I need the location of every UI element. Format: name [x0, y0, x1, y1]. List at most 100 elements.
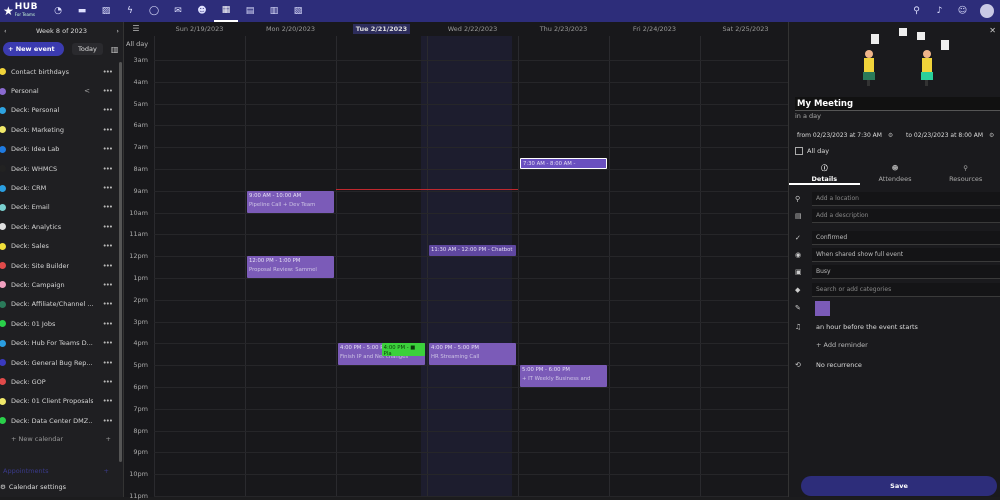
previous-week-chevron-icon[interactable]: ‹	[4, 27, 7, 35]
calendar-list-item[interactable]: Contact birthdays •••	[0, 62, 118, 81]
timezone-gear-icon[interactable]: ⚙	[888, 132, 893, 139]
calendar-list-item[interactable]: Deck: 01 Client Proposals •••	[0, 392, 118, 411]
contacts-icon[interactable]: ☻	[190, 0, 214, 22]
more-options-icon[interactable]: •••	[103, 262, 113, 270]
search-circle-icon[interactable]: ◯	[142, 0, 166, 22]
timezone-gear-icon[interactable]: ⚙	[989, 132, 994, 139]
mail-icon[interactable]: ✉	[166, 0, 190, 22]
calendar-color-dot[interactable]	[0, 242, 6, 250]
calendar-color-dot[interactable]	[0, 106, 6, 114]
checkbox[interactable]	[795, 147, 803, 155]
more-options-icon[interactable]: •••	[103, 145, 113, 153]
more-options-icon[interactable]: •••	[103, 397, 113, 405]
calendar-list-item[interactable]: Deck: Data Center DMZ... •••	[0, 411, 118, 430]
calendar-color-dot[interactable]	[0, 87, 6, 95]
categories-input[interactable]: Search or add categories	[812, 283, 1000, 297]
calendar-event[interactable]: 9:00 AM - 10:00 AM Pipeline Call + Dev Te…	[247, 190, 334, 213]
calendar-event[interactable]: 7:30 AM - 8:00 AM -	[520, 158, 607, 169]
calendar-list-item[interactable]: Deck: Affiliate/Channel ... •••	[0, 295, 118, 314]
calendar-color-dot[interactable]	[0, 300, 6, 308]
calendar-grid[interactable]: 7:30 AM - 8:00 AM - 9:00 AM - 10:00 AM Pip…	[154, 36, 792, 497]
more-options-icon[interactable]: •••	[103, 339, 113, 347]
view-toggle-icon[interactable]: ▥	[111, 45, 119, 54]
day-header[interactable]: Thu 2/23/2023	[518, 22, 609, 36]
location-input[interactable]: Add a location	[812, 192, 1000, 206]
files-icon[interactable]: ▬	[70, 0, 94, 22]
calendar-color-dot[interactable]	[0, 203, 6, 211]
calendar-list-item[interactable]: Deck: Hub For Teams D... •••	[0, 333, 118, 352]
more-options-icon[interactable]: •••	[103, 417, 113, 425]
plus-icon[interactable]: +	[106, 435, 111, 443]
calendar-color-dot[interactable]	[0, 281, 6, 289]
activity-icon[interactable]: ϟ	[118, 0, 142, 22]
share-icon[interactable]: <	[84, 87, 90, 95]
calendar-list-item[interactable]: Deck: Idea Lab •••	[0, 140, 118, 159]
calendar-list-item[interactable]: Deck: Analytics •••	[0, 217, 118, 236]
day-header[interactable]: Wed 2/22/2023	[427, 22, 518, 36]
availability-select[interactable]: Busy	[812, 265, 1000, 279]
to-datetime[interactable]: to 02/23/2023 at 8:00 AM ⚙	[906, 132, 994, 139]
add-appointment-icon[interactable]: +	[104, 467, 109, 475]
calendar-list-item[interactable]: Deck: Campaign •••	[0, 275, 118, 294]
avatar[interactable]	[980, 4, 994, 18]
calendar-color-dot[interactable]	[0, 223, 6, 231]
status-select[interactable]: Confirmed	[812, 231, 1000, 245]
dashboard-icon[interactable]: ◔	[46, 0, 70, 22]
calendar-color-dot[interactable]	[0, 320, 6, 328]
more-options-icon[interactable]: •••	[103, 68, 113, 76]
hub-logo[interactable]: ★ HUB For Teams	[0, 0, 46, 22]
sidebar-scrollbar[interactable]	[119, 62, 122, 462]
calendar-color-dot[interactable]	[0, 359, 6, 367]
day-header[interactable]: Mon 2/20/2023	[245, 22, 336, 36]
day-header[interactable]: Sat 2/25/2023	[700, 22, 791, 36]
tab-resources[interactable]: ⚲ Resources	[930, 161, 1000, 185]
description-input[interactable]: Add a description	[812, 209, 1000, 223]
calendar-list-item[interactable]: Personal < •••	[0, 81, 118, 100]
new-event-button[interactable]: + New event	[3, 42, 64, 56]
more-options-icon[interactable]: •••	[103, 320, 113, 328]
calendar-list-item[interactable]: Deck: Email •••	[0, 198, 118, 217]
day-header[interactable]: Sun 2/19/2023	[154, 22, 245, 36]
more-options-icon[interactable]: •••	[103, 203, 113, 211]
calendar-color-dot[interactable]	[0, 126, 6, 134]
search-icon[interactable]: ⚲	[905, 0, 928, 22]
calendar-event[interactable]: 12:00 PM - 1:00 PM Proposal Review: Samme…	[247, 256, 334, 278]
calendar-color-dot[interactable]	[0, 68, 6, 76]
more-options-icon[interactable]: •••	[103, 359, 113, 367]
calendar-color-dot[interactable]	[0, 165, 6, 173]
calendar-color-dot[interactable]	[0, 184, 6, 192]
today-button[interactable]: Today	[72, 43, 103, 55]
save-button[interactable]: Save	[801, 476, 997, 496]
more-options-icon[interactable]: •••	[103, 242, 113, 250]
more-options-icon[interactable]: •••	[103, 300, 113, 308]
recurrence-select[interactable]: No recurrence	[812, 358, 1000, 372]
event-color-swatch[interactable]	[815, 300, 830, 316]
appointments-section[interactable]: Appointments +	[3, 467, 109, 475]
more-options-icon[interactable]: •••	[103, 281, 113, 289]
event-title-input[interactable]: My Meeting	[795, 97, 1000, 111]
more-options-icon[interactable]: •••	[103, 378, 113, 386]
calendar-color-dot[interactable]	[0, 339, 6, 347]
more-options-icon[interactable]: •••	[103, 223, 113, 231]
day-header[interactable]: Fri 2/24/2023	[609, 22, 700, 36]
from-datetime[interactable]: from 02/23/2023 at 7:30 AM ⚙	[797, 132, 893, 139]
calendar-icon[interactable]: ▦	[214, 0, 238, 22]
calendar-list-item[interactable]: Deck: CRM •••	[0, 178, 118, 197]
visibility-select[interactable]: When shared show full event	[812, 248, 1000, 262]
tab-attendees[interactable]: ☻ Attendees	[860, 161, 931, 185]
calendar-list-item[interactable]: Deck: GOP •••	[0, 372, 118, 391]
calendar-color-dot[interactable]	[0, 417, 6, 425]
new-calendar-button[interactable]: + New calendar +	[11, 435, 111, 443]
calendar-list-item[interactable]: Deck: General Bug Rep... •••	[0, 353, 118, 372]
calendar-color-dot[interactable]	[0, 145, 6, 153]
calendar-list-item[interactable]: Deck: Sales •••	[0, 237, 118, 256]
menu-icon[interactable]: ☰	[124, 22, 148, 36]
close-icon[interactable]: ✕	[989, 26, 996, 35]
more-options-icon[interactable]: •••	[103, 126, 113, 134]
calendar-event[interactable]: 5:00 PM - 6:00 PM + IT Weekly Business an…	[520, 365, 607, 387]
more-options-icon[interactable]: •••	[103, 184, 113, 192]
deck-icon[interactable]: ▤	[238, 0, 262, 22]
forms-icon[interactable]: ▧	[286, 0, 310, 22]
calendar-event[interactable]: 4:00 PM - ■ Pla	[381, 343, 426, 357]
next-week-chevron-icon[interactable]: ›	[116, 27, 119, 35]
